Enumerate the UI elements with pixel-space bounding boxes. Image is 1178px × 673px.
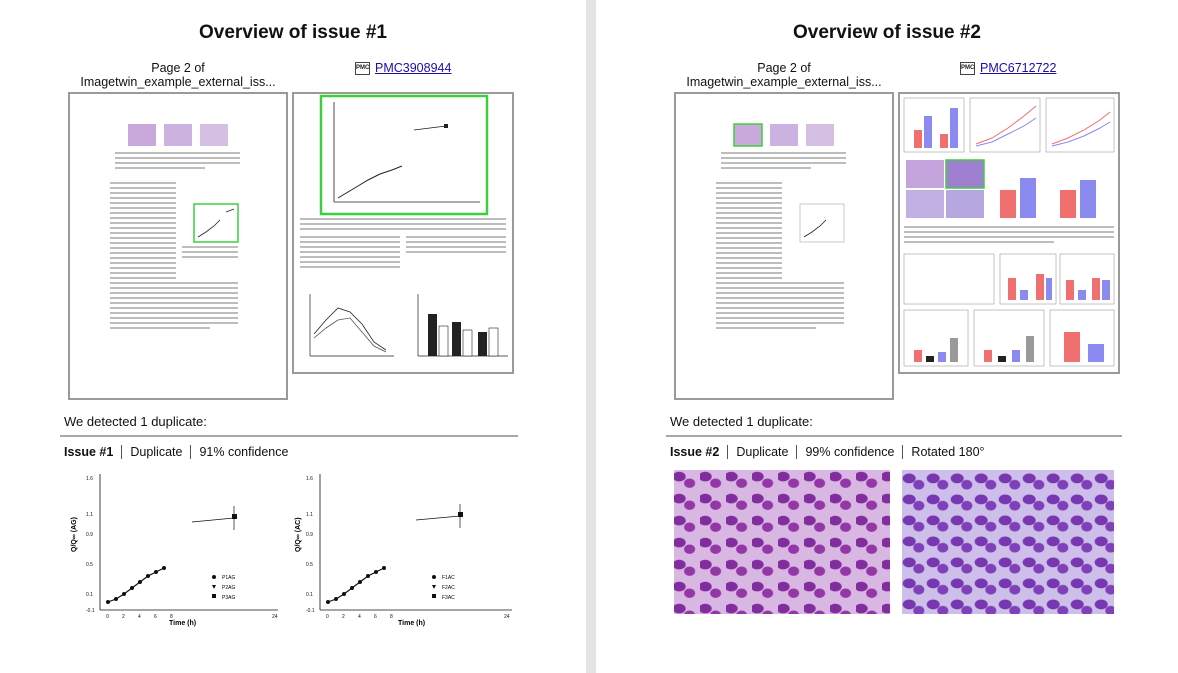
separator — [727, 445, 729, 459]
duplicate-crop-source[interactable]: Q/Q∞ (AG) Time (h) 1.6 1.1 0.9 0.5 0.1 -… — [64, 470, 286, 628]
separator — [796, 445, 798, 459]
y-tick: 0.5 — [306, 562, 313, 568]
matched-page-thumbnail[interactable] — [898, 92, 1120, 374]
issue-confidence: 99% confidence — [805, 445, 895, 459]
matched-page-preview — [300, 94, 508, 357]
legend-item: P3AG — [222, 595, 235, 601]
x-tick: 6 — [374, 614, 377, 620]
y-tick: 0.1 — [306, 592, 313, 598]
y-tick: 0.9 — [86, 532, 93, 538]
y-tick: 0.9 — [306, 532, 313, 538]
issue-summary: Issue #2 Duplicate 99% confidence Rotate… — [670, 445, 985, 459]
pmc-reference: PMC PMC3908944 — [355, 61, 451, 75]
source-document-label: Page 2 of Imagetwin_example_external_iss… — [68, 61, 288, 89]
source-page-thumbnail[interactable] — [68, 92, 288, 400]
pmc-link[interactable]: PMC3908944 — [375, 61, 451, 75]
panel-divider — [586, 0, 596, 673]
y-tick: -0.1 — [86, 608, 95, 614]
x-tick: 24 — [272, 614, 278, 620]
y-tick: 1.6 — [306, 476, 313, 482]
file-name: Imagetwin_example_external_iss... — [686, 75, 882, 89]
page-label: Page 2 of — [757, 61, 811, 75]
legend-item: P1AG — [222, 575, 235, 581]
y-tick: 0.5 — [86, 562, 93, 568]
issue-number: Issue #1 — [64, 445, 114, 459]
legend-item: F2AC — [442, 585, 455, 591]
y-tick: 1.1 — [306, 512, 313, 518]
duplicate-count-text: We detected 1 duplicate: — [670, 414, 813, 429]
y-axis-label: Q/Q∞ (AG) — [71, 517, 78, 552]
issue-type: Duplicate — [130, 445, 183, 459]
x-tick: 0 — [106, 614, 109, 620]
issue-confidence: 91% confidence — [199, 445, 289, 459]
x-tick: 4 — [358, 614, 361, 620]
source-page-preview — [110, 124, 240, 329]
matched-page-thumbnail[interactable] — [292, 92, 514, 374]
pmc-icon: PMC — [960, 61, 975, 75]
x-tick: 6 — [154, 614, 157, 620]
legend-item: F3AC — [442, 595, 455, 601]
legend-item: F1AC — [442, 575, 455, 581]
issue-panel-2: Overview of issue #2 Page 2 of Imagetwin… — [596, 0, 1178, 673]
pmc-icon: PMC — [355, 61, 370, 75]
legend-item: P2AG — [222, 585, 235, 591]
panel-title: Overview of issue #1 — [199, 22, 387, 43]
x-tick: 2 — [342, 614, 345, 620]
x-tick: 4 — [138, 614, 141, 620]
y-tick: 0.1 — [86, 592, 93, 598]
crop-chart-source: Q/Q∞ (AG) Time (h) 1.6 1.1 0.9 0.5 0.1 -… — [71, 474, 278, 627]
issue-summary: Issue #1 Duplicate 91% confidence — [64, 445, 288, 459]
x-tick: 8 — [390, 614, 393, 620]
x-axis-label: Time (h) — [398, 620, 425, 627]
source-page-preview — [716, 123, 846, 329]
x-tick: 24 — [504, 614, 510, 620]
source-page-thumbnail[interactable] — [674, 92, 894, 400]
pmc-reference: PMC PMC6712722 — [960, 61, 1056, 75]
x-axis-label: Time (h) — [169, 620, 196, 627]
section-rule — [666, 435, 1122, 437]
duplicate-crop-source[interactable] — [674, 470, 890, 614]
y-tick: -0.1 — [306, 608, 315, 614]
y-axis-label: Q/Q∞ (AC) — [295, 517, 302, 552]
x-tick: 8 — [170, 614, 173, 620]
section-rule — [60, 435, 518, 437]
x-tick: 2 — [122, 614, 125, 620]
y-tick: 1.6 — [86, 476, 93, 482]
separator — [902, 445, 904, 459]
duplicate-crop-match[interactable]: Q/Q∞ (AC) Time (h) 1.6 1.1 0.9 0.5 0.1 -… — [290, 470, 518, 628]
pmc-link[interactable]: PMC6712722 — [980, 61, 1056, 75]
crop-chart-match: Q/Q∞ (AC) Time (h) 1.6 1.1 0.9 0.5 0.1 -… — [295, 474, 512, 627]
page-label: Page 2 of — [151, 61, 205, 75]
y-tick: 1.1 — [86, 512, 93, 518]
x-tick: 0 — [326, 614, 329, 620]
matched-page-preview — [903, 97, 1115, 367]
duplicate-crop-match[interactable] — [902, 470, 1114, 614]
separator — [121, 445, 123, 459]
file-name: Imagetwin_example_external_iss... — [80, 75, 276, 89]
panel-title: Overview of issue #2 — [793, 22, 981, 43]
separator — [190, 445, 192, 459]
duplicate-count-text: We detected 1 duplicate: — [64, 414, 207, 429]
source-document-label: Page 2 of Imagetwin_example_external_iss… — [674, 61, 894, 89]
issue-number: Issue #2 — [670, 445, 720, 459]
issue-rotation: Rotated 180° — [911, 445, 985, 459]
issue-type: Duplicate — [736, 445, 789, 459]
issue-panel-1: Overview of issue #1 Page 2 of Imagetwin… — [0, 0, 586, 673]
